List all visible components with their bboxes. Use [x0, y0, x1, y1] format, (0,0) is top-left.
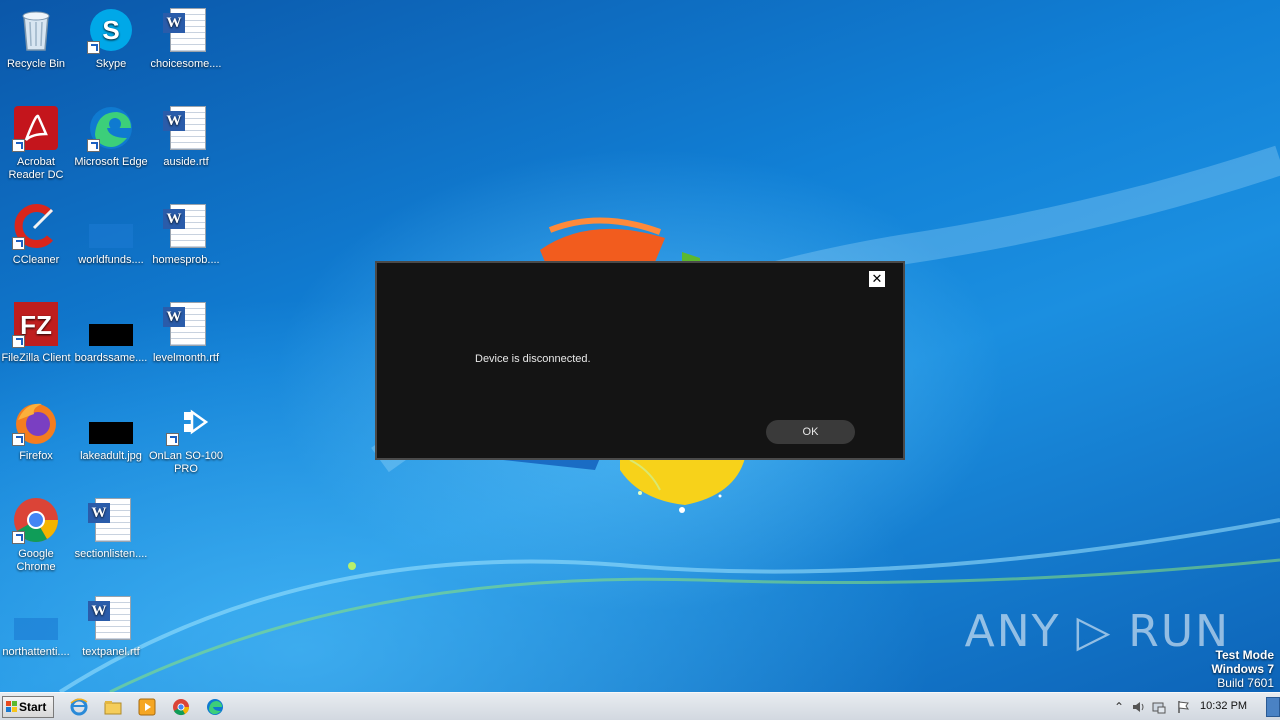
- action-center-flag-icon[interactable]: [1176, 700, 1190, 714]
- skype-icon: S: [87, 6, 135, 54]
- desktop-icon-auside[interactable]: auside.rtf: [148, 104, 224, 169]
- desktop-icon-skype[interactable]: S Skype: [73, 6, 149, 71]
- start-label: Start: [19, 700, 47, 714]
- firefox-icon: [12, 398, 60, 446]
- desktop-icon-boardssame[interactable]: boardssame....: [73, 300, 149, 365]
- shortcut-arrow-icon: [12, 433, 25, 446]
- shortcut-arrow-icon: [12, 237, 25, 250]
- filezilla-icon: FZ: [12, 300, 60, 348]
- desktop: Recycle Bin Acrobat Reader DC CCleaner F…: [0, 0, 1280, 692]
- taskbar: Start ⌃ 10:32 PM: [0, 692, 1280, 720]
- desktop-icon-label: choicesome....: [150, 58, 222, 70]
- word-document-icon: [87, 496, 135, 544]
- shortcut-arrow-icon: [12, 531, 25, 544]
- desktop-icon-microsoft-edge[interactable]: Microsoft Edge: [73, 104, 149, 169]
- desktop-icon-acrobat-reader[interactable]: Acrobat Reader DC: [0, 104, 74, 182]
- build-line: Build 7601: [1217, 676, 1274, 690]
- desktop-icon-label: textpanel.rtf: [82, 646, 140, 658]
- desktop-icon-choicesome[interactable]: choicesome....: [148, 6, 224, 71]
- internet-explorer-icon[interactable]: [70, 698, 88, 716]
- word-document-icon: [162, 300, 210, 348]
- folder-icon: [87, 202, 135, 250]
- desktop-icon-firefox[interactable]: Firefox: [0, 398, 74, 463]
- desktop-icon-label: Skype: [95, 58, 127, 70]
- shortcut-arrow-icon: [87, 41, 100, 54]
- desktop-icon-label: lakeadult.jpg: [80, 450, 142, 462]
- desktop-icon-label: CCleaner: [12, 254, 60, 266]
- test-mode-notice: Test Mode Windows 7 Build 7601: [1211, 648, 1274, 690]
- image-file-icon: [87, 300, 135, 348]
- acrobat-icon: [12, 104, 60, 152]
- svg-text:S: S: [102, 15, 119, 45]
- shortcut-arrow-icon: [166, 433, 179, 446]
- desktop-icon-label: levelmonth.rtf: [152, 352, 220, 364]
- desktop-icon-worldfunds[interactable]: worldfunds....: [73, 202, 149, 267]
- edge-icon: [87, 104, 135, 152]
- desktop-icon-homesprob[interactable]: homesprob....: [148, 202, 224, 267]
- desktop-icon-label: auside.rtf: [163, 156, 209, 168]
- desktop-icon-textpanel[interactable]: textpanel.rtf: [73, 594, 149, 659]
- desktop-icon-label: northattenti....: [2, 646, 70, 658]
- word-document-icon: [162, 6, 210, 54]
- test-mode-line: Test Mode: [1215, 648, 1274, 662]
- onlan-icon: [162, 398, 210, 446]
- system-tray: ⌃ 10:32 PM: [1104, 693, 1280, 720]
- desktop-icon-label: boardssame....: [74, 352, 148, 364]
- start-button[interactable]: Start: [2, 696, 54, 718]
- os-version-line: Windows 7: [1211, 662, 1274, 676]
- close-icon[interactable]: ✕: [869, 271, 885, 287]
- desktop-icon-label: FileZilla Client: [1, 352, 71, 364]
- clock[interactable]: 10:32 PM: [1200, 700, 1247, 712]
- word-document-icon: [162, 104, 210, 152]
- windows-logo-icon: [6, 701, 17, 712]
- dialog-message: Device is disconnected.: [475, 353, 591, 365]
- desktop-icon-label: worldfunds....: [78, 254, 144, 266]
- shortcut-arrow-icon: [12, 139, 25, 152]
- media-player-icon[interactable]: [138, 698, 156, 716]
- edge-icon[interactable]: [206, 698, 224, 716]
- desktop-icon-google-chrome[interactable]: Google Chrome: [0, 496, 74, 574]
- volume-icon[interactable]: [1132, 700, 1146, 714]
- shortcut-arrow-icon: [87, 139, 100, 152]
- word-document-icon: [162, 202, 210, 250]
- desktop-icon-label: sectionlisten....: [74, 548, 148, 560]
- desktop-icon-filezilla[interactable]: FZ FileZilla Client: [0, 300, 74, 365]
- desktop-icon-label: Google Chrome: [16, 548, 56, 573]
- desktop-icon-recycle-bin[interactable]: Recycle Bin: [0, 6, 74, 71]
- desktop-icon-label: OnLan SO-100 PRO: [149, 450, 223, 475]
- desktop-icon-label: Acrobat Reader DC: [8, 156, 64, 181]
- show-hidden-icons-icon[interactable]: ⌃: [1112, 700, 1126, 714]
- shortcut-arrow-icon: [12, 335, 25, 348]
- desktop-icon-label: homesprob....: [152, 254, 220, 266]
- image-file-icon: [87, 398, 135, 446]
- desktop-icon-levelmonth[interactable]: levelmonth.rtf: [148, 300, 224, 365]
- desktop-icon-label: Firefox: [19, 450, 53, 462]
- network-icon[interactable]: [1152, 700, 1166, 714]
- error-dialog: ✕ Device is disconnected. OK: [375, 261, 905, 460]
- file-explorer-icon[interactable]: [104, 698, 122, 716]
- desktop-icon-label: Microsoft Edge: [74, 156, 148, 168]
- recycle-bin-icon: [12, 6, 60, 54]
- desktop-icon-ccleaner[interactable]: CCleaner: [0, 202, 74, 267]
- ccleaner-icon: [12, 202, 60, 250]
- desktop-icon-onlan[interactable]: OnLan SO-100 PRO: [148, 398, 224, 476]
- word-document-icon: [87, 594, 135, 642]
- desktop-icon-label: Recycle Bin: [6, 58, 66, 70]
- folder-icon: [12, 594, 60, 642]
- chrome-icon: [12, 496, 60, 544]
- desktop-icon-sectionlisten[interactable]: sectionlisten....: [73, 496, 149, 561]
- chrome-icon[interactable]: [172, 698, 190, 716]
- anyrun-watermark: ANY ▷ RUN: [964, 606, 1230, 657]
- desktop-icon-lakeadult[interactable]: lakeadult.jpg: [73, 398, 149, 463]
- show-desktop-button[interactable]: [1266, 697, 1280, 717]
- ok-button[interactable]: OK: [766, 420, 855, 444]
- desktop-icon-northattenti[interactable]: northattenti....: [0, 594, 74, 659]
